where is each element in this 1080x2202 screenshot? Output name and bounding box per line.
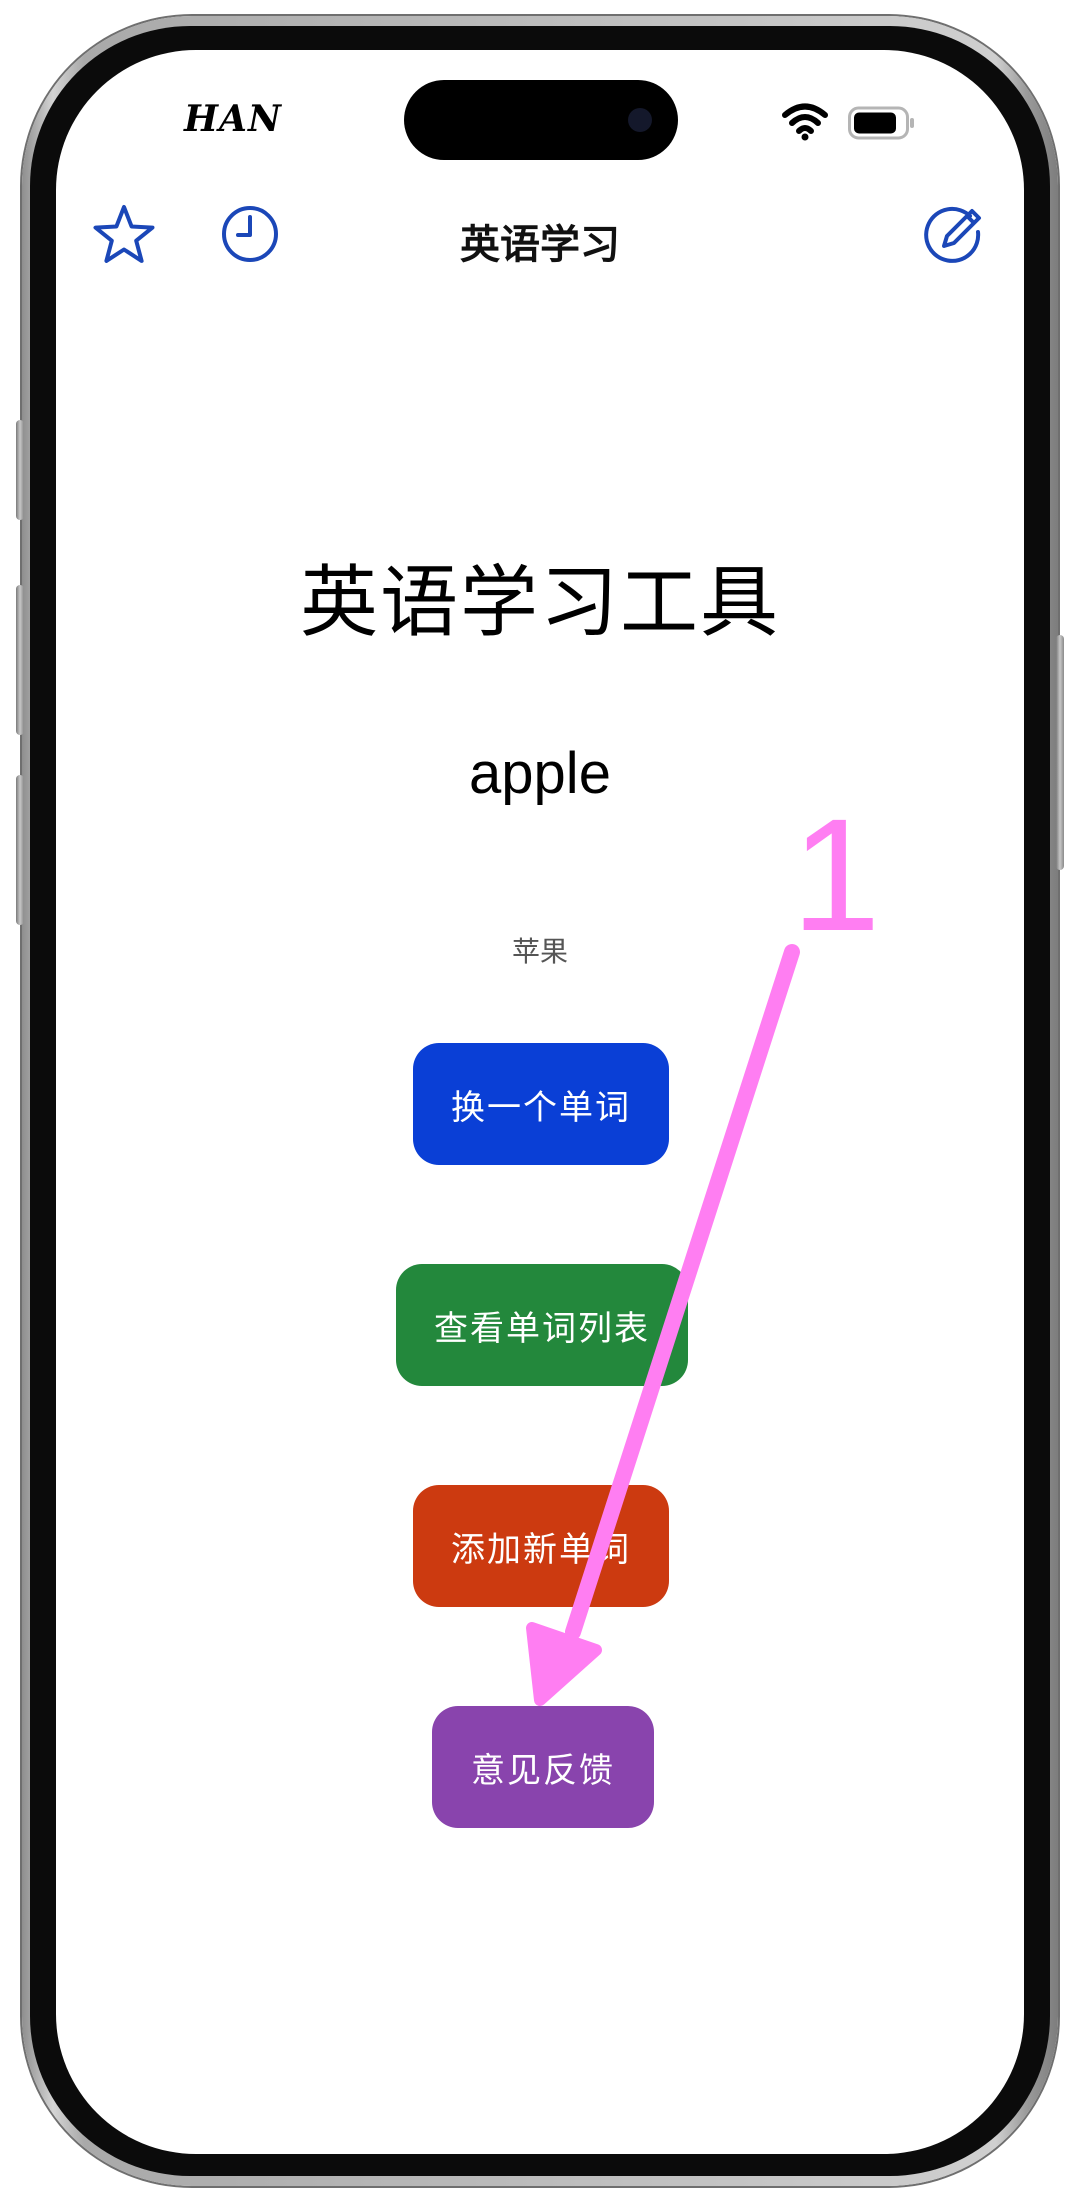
dynamic-island [404,80,678,160]
front-camera [628,108,652,132]
change-word-button[interactable]: 换一个单词 [413,1043,669,1165]
power-button [1056,635,1064,870]
screen: HAN 英语学习 英语学习工具 apple 苹果 换一个单词 查看单词列表 添加… [56,50,1024,2154]
volume-down-button [16,775,24,925]
page-title: 英语学习工具 [299,558,780,648]
word-meaning: 苹果 [511,935,568,968]
volume-up-button [16,585,24,735]
view-word-list-button[interactable]: 查看单词列表 [396,1264,688,1386]
feedback-button[interactable]: 意见反馈 [432,1706,654,1828]
battery-icon [848,106,914,140]
nav-title: 英语学习 [460,222,620,268]
compose-icon[interactable] [922,202,986,266]
carrier-label: HAN [184,98,282,140]
action-button [16,420,24,520]
wifi-icon [782,103,828,141]
device-stage: HAN 英语学习 英语学习工具 apple 苹果 换一个单词 查看单词列表 添加… [0,0,1080,2202]
current-word: apple [469,741,611,806]
add-word-button[interactable]: 添加新单词 [413,1485,669,1607]
